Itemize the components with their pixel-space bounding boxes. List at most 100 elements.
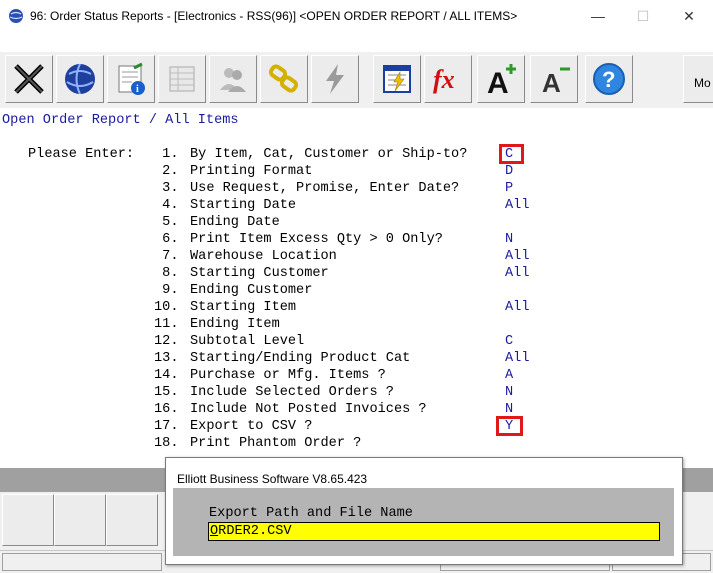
globe-icon xyxy=(65,63,95,95)
web-button[interactable] xyxy=(56,55,104,103)
lightning-icon xyxy=(326,64,344,94)
help-button[interactable]: ? xyxy=(585,55,633,103)
status-cell-1 xyxy=(2,553,162,571)
svg-text:A: A xyxy=(487,67,509,98)
option-number: 5. xyxy=(154,215,179,230)
lower-button-3[interactable] xyxy=(106,494,158,546)
grid-button[interactable] xyxy=(158,55,206,103)
maximize-button[interactable]: ☐ xyxy=(620,0,666,32)
highlight-box-option-1 xyxy=(499,144,524,164)
option-value[interactable]: All xyxy=(505,299,529,316)
exit-button[interactable] xyxy=(5,55,53,103)
app-globe-icon xyxy=(8,8,24,24)
font-decrease-button[interactable]: A xyxy=(530,55,578,103)
option-label: Use Request, Promise, Enter Date? xyxy=(190,181,460,196)
input-value-rest: RDER2.CSV xyxy=(218,524,292,539)
dialog-body: Export Path and File Name ORDER2.CSV xyxy=(173,488,674,556)
option-label: Export to CSV ? xyxy=(190,419,313,434)
minimize-button[interactable]: — xyxy=(575,0,621,32)
option-number: 17. xyxy=(154,419,179,434)
option-number: 1. xyxy=(154,147,179,162)
export-dialog: Elliott Business Software V8.65.423 Expo… xyxy=(165,457,683,565)
option-number: 7. xyxy=(154,249,179,264)
option-number: 11. xyxy=(154,317,179,332)
option-value[interactable]: A xyxy=(505,367,513,384)
help-icon: ? xyxy=(593,63,625,95)
input-cursor-char: O xyxy=(210,524,219,539)
action-button[interactable] xyxy=(311,55,359,103)
svg-text:fx: fx xyxy=(433,65,455,94)
option-number: 4. xyxy=(154,198,179,213)
users-button[interactable] xyxy=(209,55,257,103)
option-label: Warehouse Location xyxy=(190,249,337,264)
font-increase-button[interactable]: A xyxy=(477,55,525,103)
option-number: 2. xyxy=(154,164,179,179)
option-label: Starting Item xyxy=(190,300,297,315)
option-number: 6. xyxy=(154,232,179,247)
lower-button-2[interactable] xyxy=(54,494,106,546)
option-number: 3. xyxy=(154,181,179,196)
highlight-box-option-17 xyxy=(496,416,523,436)
notes-button[interactable]: i xyxy=(107,55,155,103)
dialog-title: Elliott Business Software V8.65.423 xyxy=(177,472,368,486)
option-number: 14. xyxy=(154,368,179,383)
option-value[interactable]: All xyxy=(505,197,529,214)
export-path-input[interactable]: ORDER2.CSV xyxy=(208,522,660,541)
option-value[interactable]: D xyxy=(505,163,513,180)
option-number: 13. xyxy=(154,351,179,366)
option-label: Starting Customer xyxy=(190,266,329,281)
exit-icon xyxy=(14,64,44,94)
report-lightning-icon xyxy=(383,65,411,93)
option-value[interactable]: N xyxy=(505,384,513,401)
toolbar: i fx A A ? Mo xyxy=(0,52,713,108)
option-label: By Item, Cat, Customer or Ship-to? xyxy=(190,147,468,162)
option-label: Include Not Posted Invoices ? xyxy=(190,402,427,417)
option-value[interactable]: All xyxy=(505,350,529,367)
option-value[interactable]: All xyxy=(505,248,529,265)
option-number: 8. xyxy=(154,266,179,281)
window-title: 96: Order Status Reports - [Electronics … xyxy=(30,9,518,23)
option-label: Ending Item xyxy=(190,317,280,332)
grid-icon xyxy=(169,66,195,92)
option-value[interactable]: N xyxy=(505,231,513,248)
chain-link-icon xyxy=(268,64,299,93)
font-decrease-icon: A xyxy=(542,67,570,98)
option-label: Purchase or Mfg. Items ? xyxy=(190,368,386,383)
more-button[interactable]: Mo xyxy=(683,55,713,103)
link-button[interactable] xyxy=(260,55,308,103)
report-action-button[interactable] xyxy=(373,55,421,103)
svg-text:A: A xyxy=(542,68,561,98)
option-label: Printing Format xyxy=(190,164,313,179)
option-number: 10. xyxy=(154,300,179,315)
font-increase-icon: A xyxy=(487,64,516,98)
option-value[interactable]: P xyxy=(505,180,513,197)
option-label: Starting Date xyxy=(190,198,297,213)
svg-text:?: ? xyxy=(602,67,615,92)
report-title: Open Order Report / All Items xyxy=(2,113,239,128)
option-value[interactable]: All xyxy=(505,265,529,282)
fx-icon: fx xyxy=(433,65,455,94)
close-button[interactable]: ✕ xyxy=(666,0,712,32)
option-label: Starting/Ending Product Cat xyxy=(190,351,411,366)
notepad-info-icon: i xyxy=(118,62,145,95)
option-number: 12. xyxy=(154,334,179,349)
option-label: Subtotal Level xyxy=(190,334,305,349)
option-label: Print Phantom Order ? xyxy=(190,436,362,451)
title-bar: 96: Order Status Reports - [Electronics … xyxy=(0,0,713,32)
formula-button[interactable]: fx xyxy=(424,55,472,103)
users-icon xyxy=(220,68,246,92)
export-path-label: Export Path and File Name xyxy=(209,506,413,521)
option-label: Ending Date xyxy=(190,215,280,230)
lower-button-1[interactable] xyxy=(2,494,54,546)
option-label: Print Item Excess Qty > 0 Only? xyxy=(190,232,443,247)
option-value[interactable]: C xyxy=(505,333,513,350)
option-number: 18. xyxy=(154,436,179,451)
option-label: Ending Customer xyxy=(190,283,313,298)
option-number: 15. xyxy=(154,385,179,400)
option-label: Include Selected Orders ? xyxy=(190,385,394,400)
svg-text:i: i xyxy=(136,84,139,95)
option-number: 16. xyxy=(154,402,179,417)
report-screen: Open Order Report / All Items Please Ent… xyxy=(0,110,713,468)
option-number: 9. xyxy=(154,283,179,298)
prompt-label: Please Enter: xyxy=(28,147,135,162)
